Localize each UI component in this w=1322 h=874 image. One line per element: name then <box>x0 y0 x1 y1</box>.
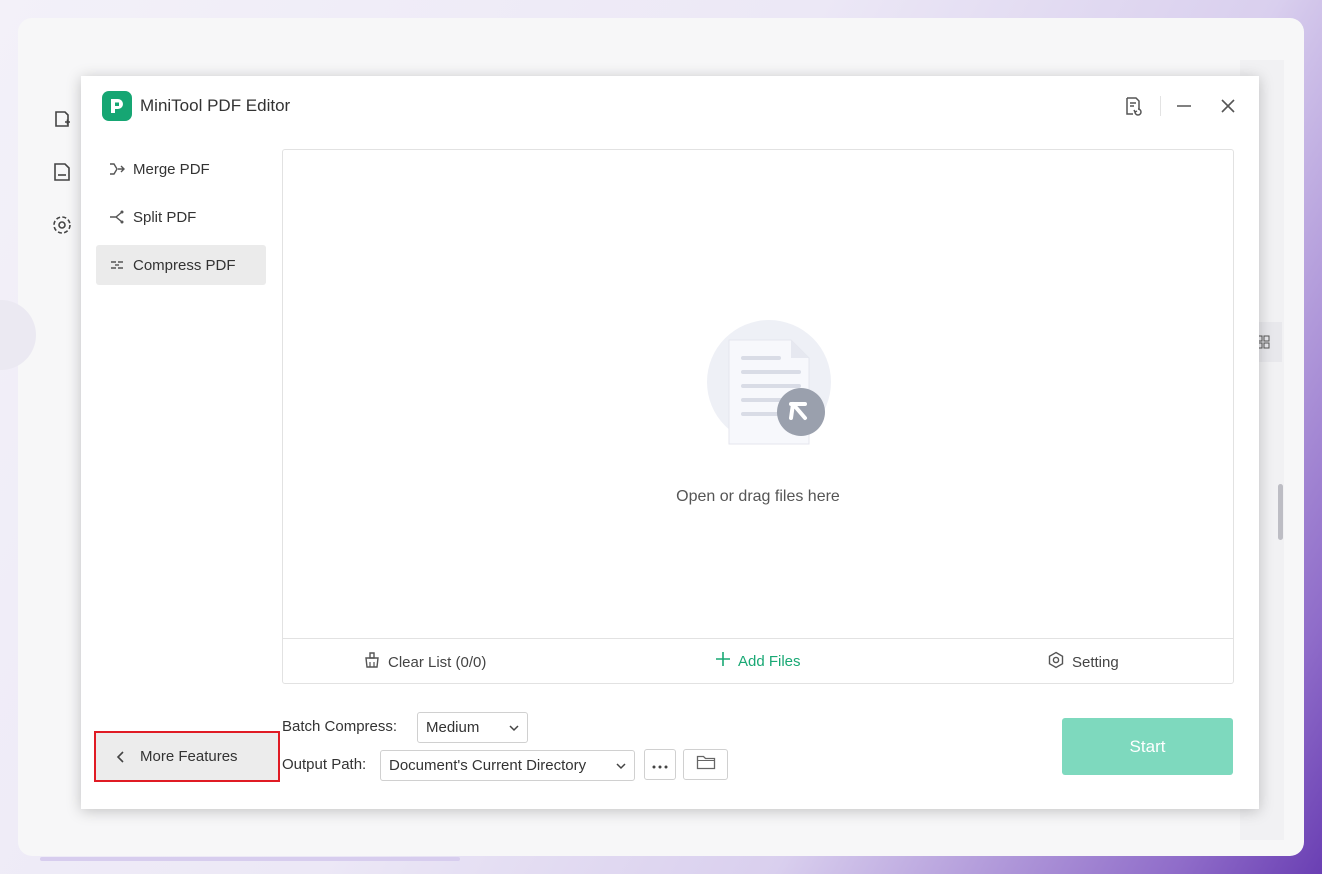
sidebar-item-label: Compress PDF <box>133 256 236 274</box>
output-path-label: Output Path: <box>282 756 367 773</box>
document-upload-icon <box>707 318 837 458</box>
split-icon <box>106 209 128 225</box>
batch-compress-value: Medium <box>426 719 480 736</box>
more-features-button[interactable]: More Features <box>94 731 280 782</box>
setting-button[interactable]: Setting <box>1047 651 1119 673</box>
folder-icon <box>696 754 716 775</box>
file-drop-area[interactable]: Open or drag files here Clear List (0/0)… <box>282 149 1234 684</box>
clear-list-label: Clear List (0/0) <box>388 653 487 671</box>
browse-more-button[interactable] <box>644 749 676 780</box>
add-files-label: Add Files <box>738 652 801 670</box>
settings-gear-icon[interactable] <box>51 214 73 241</box>
chevron-down-icon <box>616 757 626 774</box>
start-button[interactable]: Start <box>1062 718 1233 775</box>
sidebar-item-split-pdf[interactable]: Split PDF <box>96 197 266 237</box>
file-icon[interactable] <box>52 161 72 188</box>
plus-icon <box>715 651 731 671</box>
app-title: MiniTool PDF Editor <box>140 96 291 115</box>
background-left-toolbar <box>42 108 82 241</box>
add-files-button[interactable]: Add Files <box>715 651 801 671</box>
sidebar-item-label: Merge PDF <box>133 160 210 178</box>
app-logo-icon <box>102 91 132 121</box>
minimize-button[interactable] <box>1171 94 1197 118</box>
gear-icon <box>1047 651 1065 673</box>
merge-icon <box>106 161 128 177</box>
sidebar-item-label: Split PDF <box>133 208 197 226</box>
background-progress-line <box>40 857 460 861</box>
close-button[interactable] <box>1215 94 1241 118</box>
new-file-icon[interactable] <box>52 108 72 135</box>
setting-label: Setting <box>1072 653 1119 671</box>
background-scrollbar[interactable] <box>1278 484 1283 540</box>
output-path-select[interactable]: Document's Current Directory <box>380 750 635 781</box>
sidebar-item-merge-pdf[interactable]: Merge PDF <box>96 149 266 189</box>
chevron-down-icon <box>509 719 519 736</box>
sidebar-item-compress-pdf[interactable]: Compress PDF <box>96 245 266 285</box>
chevron-left-icon <box>116 750 130 764</box>
clear-list-button[interactable]: Clear List (0/0) <box>363 651 486 673</box>
batch-compress-select[interactable]: Medium <box>417 712 528 743</box>
compress-icon <box>106 257 128 273</box>
open-folder-button[interactable] <box>683 749 728 780</box>
more-features-label: More Features <box>140 748 238 765</box>
minitool-dialog: MiniTool PDF Editor Merge PDF Split PDF … <box>81 76 1259 809</box>
titlebar-separator <box>1160 96 1161 116</box>
batch-compress-label: Batch Compress: <box>282 718 398 735</box>
feedback-icon[interactable] <box>1120 94 1146 118</box>
output-path-value: Document's Current Directory <box>389 757 587 774</box>
broom-icon <box>363 651 381 673</box>
file-list-toolbar: Clear List (0/0) Add Files Setting <box>283 638 1233 683</box>
more-dots-icon <box>652 756 668 774</box>
drop-hint-text: Open or drag files here <box>676 488 840 505</box>
